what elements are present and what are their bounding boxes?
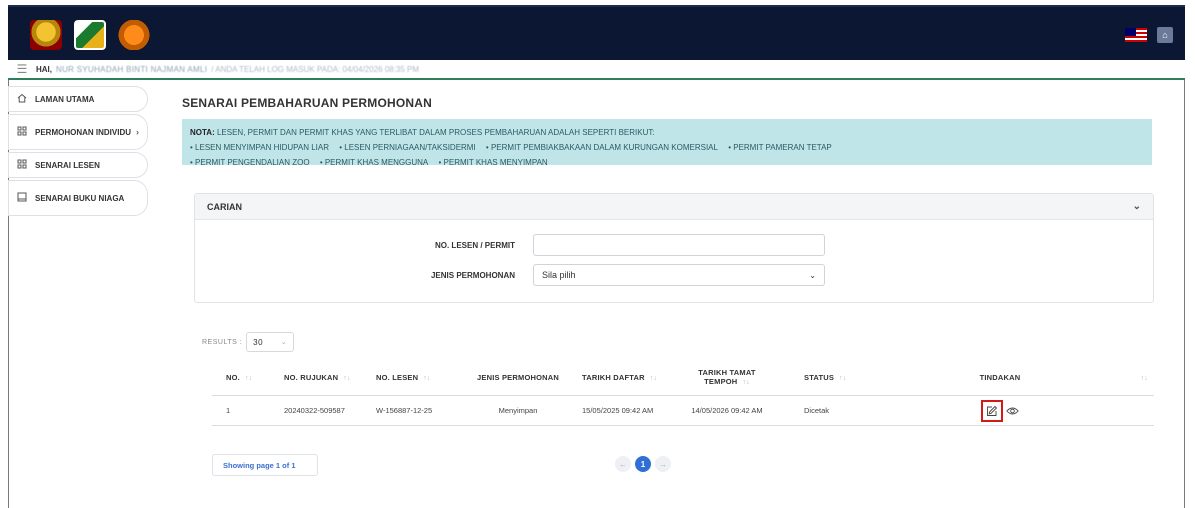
frame-border-right [1184,80,1185,508]
per-page-value: 30 [253,337,264,347]
sidebar-item-senarai-lesen[interactable]: SENARAI LESEN [8,152,148,178]
col-rujukan[interactable]: NO. RUJUKAN ↑↓ [272,373,372,382]
malaysia-flag-icon[interactable] [1125,28,1147,42]
edit-icon[interactable] [980,399,1003,422]
login-info-text: / ANDA TELAH LOG MASUK PADA: 04/04/2026 … [211,64,420,74]
col-lesen[interactable]: NO. LESEN ↑↓ [372,373,462,382]
note-bullet: • PERMIT PEMBIAKBAKAAN DALAM KURUNGAN KO… [485,143,718,152]
grid-icon [17,159,29,171]
type-select[interactable]: Sila pilih ⌄ [533,264,825,286]
crest-logo-icon[interactable] [30,20,62,50]
per-page-select[interactable]: 30 ⌄ [246,332,295,352]
note-prefix: NOTA: [190,128,215,137]
sidebar-item-laman-utama[interactable]: LAMAN UTAMA [8,86,148,112]
cell-no: 1 [226,406,231,415]
note-bullet: • LESEN PERNIAGAAN/TAKSIDERMI [339,143,476,152]
greeting-text: HAI, [36,64,52,74]
row-actions [980,399,1020,422]
top-header: ⌂ [8,5,1185,60]
col-tamat[interactable]: TARIKH TAMAT TEMPOH ↑↓ [672,368,782,387]
col-tindakan: TINDAKAN [979,373,1021,382]
sidebar-item-senarai-buku-niaga[interactable]: SENARAI BUKU NIAGA [8,180,148,216]
sidebar-item-label: PERMOHONAN INDIVIDU [35,127,132,137]
sort-icon: ↑↓ [423,375,431,382]
app-window: ⌂ ☰ HAI, NUR SYUHADAH BINTI NAJMAN AMLI … [0,0,1195,508]
note-bullet: • PERMIT KHAS MENYIMPAN [438,158,548,167]
note-bullet: • PERMIT KHAS MENGGUNA [319,158,429,167]
cell-jenis: Menyimpan [498,406,538,415]
home-icon [17,93,29,105]
language-icon[interactable]: ⌂ [1157,27,1173,43]
results-per-page: RESULTS : 30 ⌄ [202,332,295,352]
tiger-logo-icon[interactable] [118,20,150,50]
search-panel-header[interactable]: CARIAN ⌄ [195,194,1153,220]
sidebar-item-label: LAMAN UTAMA [35,94,95,104]
sidebar-item-permohonan-individu[interactable]: PERMOHONAN INDIVIDU › [8,114,148,150]
cell-rujukan: 20240322-509587 [284,406,345,415]
cell-tindakan [900,399,1100,422]
type-select-value: Sila pilih [542,270,576,280]
prev-page-button[interactable]: ← [615,456,631,472]
pagination: ← 1 → [615,456,671,472]
license-input[interactable] [533,234,825,256]
chevron-down-icon: ⌄ [280,339,288,346]
note-text: LESEN, PERMIT DAN PERMIT KHAS YANG TERLI… [216,128,655,137]
search-panel-title: CARIAN [207,201,242,212]
table-row: 1 20240322-509587 W-156887-12-25 Menyimp… [212,396,1154,426]
sidebar-item-label: SENARAI BUKU NIAGA [35,193,125,203]
results-table: NO. ↑↓ NO. RUJUKAN ↑↓ NO. LESEN ↑↓ JENIS PE… [212,360,1154,426]
sort-icon: ↑↓ [839,375,847,382]
page-title: SENARAI PEMBAHARUAN PERMOHONAN [182,96,433,110]
user-bar: ☰ HAI, NUR SYUHADAH BINTI NAJMAN AMLI / … [8,60,1185,80]
header-actions: ⌂ [1125,27,1173,43]
book-icon [17,192,29,204]
type-row: JENIS PERMOHONAN Sila pilih ⌄ [375,264,825,286]
info-note: NOTA: LESEN, PERMIT DAN PERMIT KHAS YANG… [182,119,1152,167]
chevron-right-icon: › [136,127,139,137]
col-sort-extra[interactable]: ↑↓ [1100,373,1154,382]
sidebar: LAMAN UTAMA PERMOHONAN INDIVIDU › SENARA… [8,86,148,218]
perhilitan-logo-icon[interactable] [74,20,106,50]
hamburger-menu-icon[interactable]: ☰ [8,62,36,76]
search-panel: CARIAN ⌄ NO. LESEN / PERMIT JENIS PERMOH… [194,193,1154,303]
cell-status: Dicetak [804,406,830,415]
username-text: NUR SYUHADAH BINTI NAJMAN AMLI [56,64,208,74]
next-page-button[interactable]: → [655,456,671,472]
type-label: JENIS PERMOHONAN [430,270,515,280]
note-bullet: • PERMIT PENGENDALIAN ZOO [190,158,310,167]
grid-icon [17,126,29,138]
note-line-2: • PERMIT PENGENDALIAN ZOO • PERMIT KHAS … [190,155,1144,170]
chevron-down-icon: ⌄ [809,270,816,280]
note-bullet: • PERMIT PAMERAN TETAP [728,143,832,152]
col-status[interactable]: STATUS ↑↓ [782,373,900,382]
sidebar-item-label: SENARAI LESEN [35,160,100,170]
sort-icon: ↑↓ [244,375,253,382]
col-daftar[interactable]: TARIKH DAFTAR ↑↓ [574,373,672,382]
license-row: NO. LESEN / PERMIT [375,234,825,256]
note-line-1: • LESEN MENYIMPAN HIDUPAN LIAR • LESEN P… [190,140,1144,155]
col-jenis[interactable]: JENIS PERMOHONAN [462,373,574,382]
logo-group [30,20,150,50]
chevron-down-icon[interactable]: ⌄ [1133,201,1141,212]
note-header: NOTA: LESEN, PERMIT DAN PERMIT KHAS YANG… [190,125,1144,140]
cell-tamat: 14/05/2026 09:42 AM [691,406,763,415]
col-no[interactable]: NO. ↑↓ [212,373,272,382]
page-1-button[interactable]: 1 [635,456,651,472]
results-label: RESULTS : [202,338,243,346]
cell-lesen: W-156887-12-25 [376,406,433,415]
sort-icon: ↑↓ [1140,375,1148,382]
sort-icon: ↑↓ [742,379,750,386]
sort-icon: ↑↓ [343,375,351,382]
license-label: NO. LESEN / PERMIT [434,240,515,250]
table-header: NO. ↑↓ NO. RUJUKAN ↑↓ NO. LESEN ↑↓ JENIS PE… [212,360,1154,396]
cell-daftar: 15/05/2025 09:42 AM [582,406,654,415]
note-bullet: • LESEN MENYIMPAN HIDUPAN LIAR [190,143,329,152]
eye-icon[interactable] [1006,404,1020,418]
sort-icon: ↑↓ [649,375,658,382]
pagination-info: Showing page 1 of 1 [212,454,318,476]
